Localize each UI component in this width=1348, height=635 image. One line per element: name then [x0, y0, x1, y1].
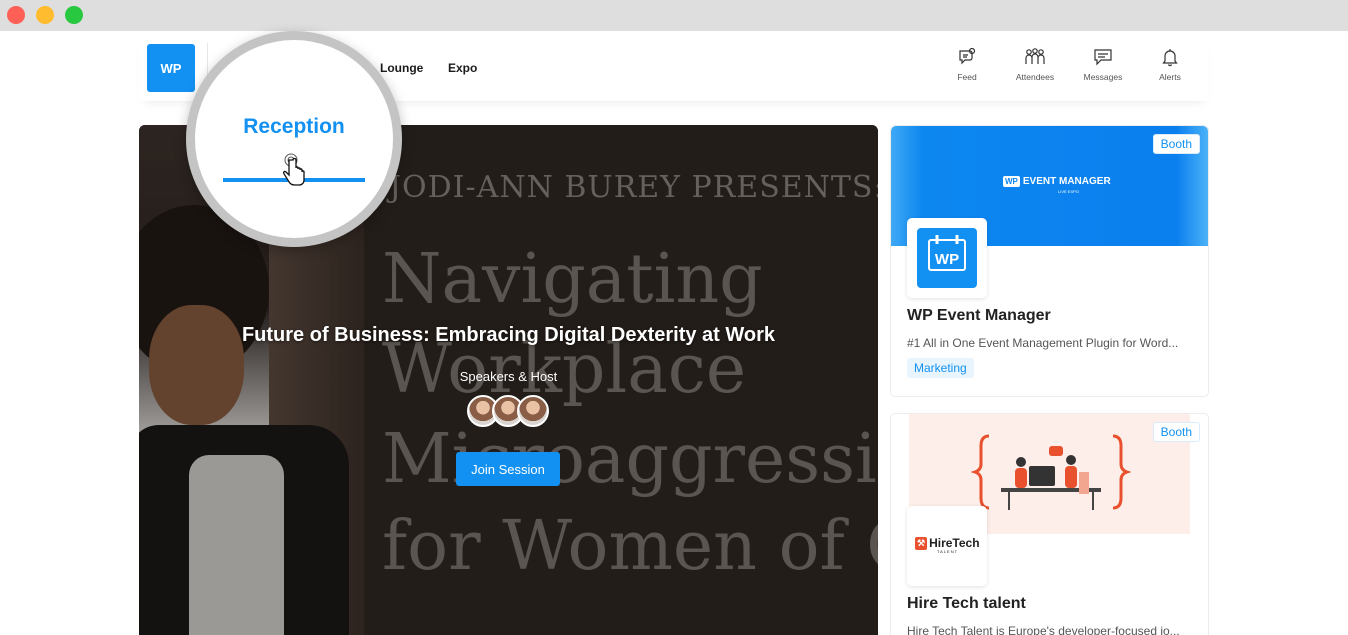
feed-icon — [959, 47, 976, 65]
booth-tag[interactable]: Marketing — [907, 358, 974, 378]
booth-logo-text: WP — [935, 251, 959, 268]
attendees-icon — [1025, 48, 1045, 64]
attendees-label: Attendees — [1015, 72, 1055, 82]
reception-magnifier: Reception — [186, 31, 402, 247]
avatar[interactable] — [517, 395, 549, 427]
hiretech-logo: ⚒ HireTech TALENT — [915, 536, 980, 554]
nav-expo[interactable]: Expo — [448, 61, 477, 75]
messages-button[interactable]: Messages — [1073, 47, 1133, 82]
session-title: Future of Business: Embracing Digital De… — [241, 324, 776, 346]
window-maximize-button[interactable] — [65, 6, 83, 24]
nav-reception[interactable]: Reception — [195, 115, 393, 139]
alerts-button[interactable]: Alerts — [1140, 47, 1200, 82]
booth-badge: Booth — [1152, 134, 1200, 154]
window-minimize-button[interactable] — [36, 6, 54, 24]
booth-name[interactable]: WP Event Manager — [907, 307, 1051, 325]
booth-description: Hire Tech Talent is Europe's developer-f… — [907, 624, 1180, 635]
attendees-button[interactable]: Attendees — [1005, 47, 1065, 82]
developers-illustration — [971, 434, 1131, 510]
bell-icon — [1162, 49, 1178, 67]
nav-lounge[interactable]: Lounge — [380, 61, 423, 75]
booth-logo: WP — [907, 218, 987, 298]
booth-description: #1 All in One Event Management Plugin fo… — [907, 336, 1179, 350]
booth-card[interactable]: WP EVENT MANAGER LIVE EXPO Booth WP WP E… — [890, 125, 1209, 397]
speakers-label: Speakers & Host — [459, 369, 558, 384]
alerts-label: Alerts — [1159, 72, 1181, 82]
wp-calendar-icon: WP — [917, 228, 977, 288]
messages-label: Messages — [1083, 72, 1123, 82]
speaker-avatars — [467, 395, 551, 427]
messages-icon — [1094, 49, 1112, 66]
wp-event-manager-banner-logo: WP EVENT MANAGER LIVE EXPO — [1003, 176, 1111, 194]
booth-logo: ⚒ HireTech TALENT — [907, 506, 987, 586]
join-session-button[interactable]: Join Session — [456, 452, 560, 486]
booth-card[interactable]: Booth ⚒ HireTech TALENT Hire Tech talent … — [890, 413, 1209, 635]
app-logo[interactable]: WP — [147, 44, 195, 92]
hand-pointer-icon — [283, 153, 305, 186]
booth-badge: Booth — [1152, 422, 1200, 442]
window-titlebar — [0, 0, 1348, 31]
window-close-button[interactable] — [7, 6, 25, 24]
feed-label: Feed — [957, 72, 977, 82]
feed-button[interactable]: Feed — [937, 47, 997, 82]
booth-name[interactable]: Hire Tech talent — [907, 595, 1026, 613]
